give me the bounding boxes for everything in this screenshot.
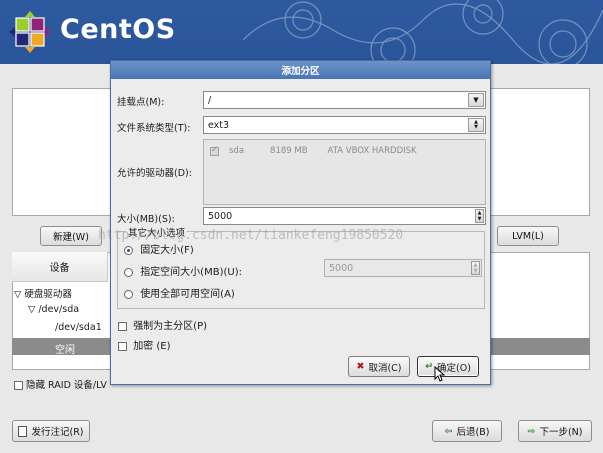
radio-selected-icon[interactable]: [124, 245, 133, 255]
release-notes-label: 发行注记(R): [31, 427, 84, 438]
drive-row[interactable]: ✓ sda 8189 MB ATA VBOX HARDDISK: [210, 144, 417, 156]
mount-point-value: /: [208, 94, 212, 106]
force-primary-checkbox[interactable]: 强制为主分区(P): [118, 317, 207, 332]
expander-down-icon[interactable]: ▽: [14, 289, 21, 300]
centos-banner: CentOS: [0, 0, 603, 64]
radio-unselected-icon[interactable]: [124, 289, 133, 299]
lvm-label: LVM(L): [512, 230, 544, 242]
drive-model: ATA VBOX HARDDISK: [327, 146, 417, 156]
allowed-drives-list[interactable]: ✓ sda 8189 MB ATA VBOX HARDDISK: [203, 139, 486, 205]
ok-button[interactable]: ↵ 确定(O): [417, 356, 479, 377]
tree-item-hard-drives[interactable]: ▽ 硬盘驱动器: [14, 286, 72, 300]
cancel-x-icon: ✖: [356, 361, 365, 372]
radio-up-to-label: 指定空间大小(MB)(U):: [140, 267, 242, 278]
drive-name: sda: [229, 146, 245, 156]
checkbox-icon[interactable]: [14, 381, 23, 390]
new-partition-label: 新建(W): [53, 232, 89, 243]
fs-type-select[interactable]: ext3 ▲ ▼: [203, 116, 486, 134]
expander-down-icon[interactable]: ▽: [28, 304, 35, 315]
centos-logo-icon: [9, 11, 51, 53]
mount-point-label: 挂载点(M):: [117, 97, 165, 108]
radio-fixed-size[interactable]: 固定大小(F): [124, 241, 194, 256]
device-column-header[interactable]: 设备: [12, 252, 108, 282]
tree-item-label: /dev/sda1: [55, 322, 102, 333]
tree-item-label: /dev/sda: [38, 304, 80, 315]
radio-fill-label: 使用全部可用空间(A): [140, 289, 235, 300]
mount-point-combo[interactable]: / ▼: [203, 91, 486, 109]
document-icon: [18, 425, 28, 437]
arrow-left-icon: ⇦: [444, 425, 453, 437]
tree-item-dev-sda[interactable]: ▽ /dev/sda: [28, 304, 79, 315]
add-partition-dialog: 添加分区 挂载点(M): / ▼ 文件系统类型(T): ext3 ▲ ▼ 允许的驱…: [110, 60, 491, 385]
hide-raid-label: 隐藏 RAID 设备/LV: [26, 380, 107, 391]
radio-up-to-size[interactable]: 指定空间大小(MB)(U):: [124, 263, 242, 278]
up-to-size-value: 5000: [329, 262, 354, 274]
mouse-cursor-icon: [434, 366, 446, 382]
drive-checkbox[interactable]: ✓: [210, 144, 219, 156]
checkbox-icon[interactable]: [118, 341, 127, 351]
spin-arrows-icon[interactable]: ▲ ▼: [471, 261, 480, 275]
release-notes-button[interactable]: 发行注记(R): [12, 420, 90, 442]
tree-item-label: 空闲: [55, 345, 75, 356]
other-size-options: 其它大小选项 固定大小(F) 指定空间大小(MB)(U): 5000 ▲ ▼ 使用…: [117, 225, 485, 309]
encrypt-checkbox[interactable]: 加密 (E): [118, 337, 171, 352]
next-label: 下一步(N): [539, 427, 583, 438]
dropdown-arrow-icon[interactable]: ▼: [468, 93, 484, 107]
decorative-swirl: [243, 0, 603, 64]
spin-arrows-icon[interactable]: ▲ ▼: [475, 209, 484, 223]
arrow-right-icon: ⇨: [527, 425, 536, 437]
radio-unselected-icon[interactable]: [124, 267, 133, 277]
size-value: 5000: [208, 210, 233, 222]
checkmark-icon: ✓: [211, 144, 219, 155]
next-button[interactable]: ⇨ 下一步(N): [518, 420, 592, 442]
radio-fill-all[interactable]: 使用全部可用空间(A): [124, 285, 235, 300]
back-label: 后退(B): [456, 427, 490, 438]
ok-arrow-icon: ↵: [425, 361, 434, 372]
lvm-button[interactable]: LVM(L): [497, 226, 559, 246]
encrypt-label: 加密 (E): [133, 341, 171, 352]
force-primary-label: 强制为主分区(P): [133, 321, 208, 332]
size-label: 大小(MB)(S):: [117, 214, 175, 225]
fs-type-value: ext3: [208, 119, 230, 131]
new-partition-button[interactable]: 新建(W): [40, 226, 102, 246]
dialog-title: 添加分区: [281, 66, 320, 77]
drive-size: 8189 MB: [270, 146, 308, 156]
other-size-legend: 其它大小选项: [126, 225, 188, 239]
radio-fixed-label: 固定大小(F): [140, 245, 194, 256]
tree-item-dev-sda1[interactable]: /dev/sda1: [55, 322, 102, 333]
fs-type-label: 文件系统类型(T):: [117, 123, 191, 134]
dialog-titlebar[interactable]: 添加分区: [111, 61, 490, 79]
up-to-size-spinbox[interactable]: 5000 ▲ ▼: [324, 259, 482, 277]
checkbox-icon[interactable]: [118, 321, 127, 331]
back-button[interactable]: ⇦ 后退(B): [432, 420, 502, 442]
brand-name: CentOS: [60, 14, 176, 45]
cancel-label: 取消(C): [368, 362, 402, 374]
tree-item-label: 硬盘驱动器: [24, 289, 72, 300]
allowed-drives-label: 允许的驱动器(D):: [117, 168, 192, 179]
updown-arrow-icon[interactable]: ▲ ▼: [468, 118, 484, 132]
device-header-label: 设备: [49, 263, 70, 274]
hide-raid-checkbox[interactable]: 隐藏 RAID 设备/LV: [14, 377, 107, 391]
size-spinbox[interactable]: 5000 ▲ ▼: [203, 207, 486, 225]
cancel-button[interactable]: ✖ 取消(C): [348, 356, 410, 377]
